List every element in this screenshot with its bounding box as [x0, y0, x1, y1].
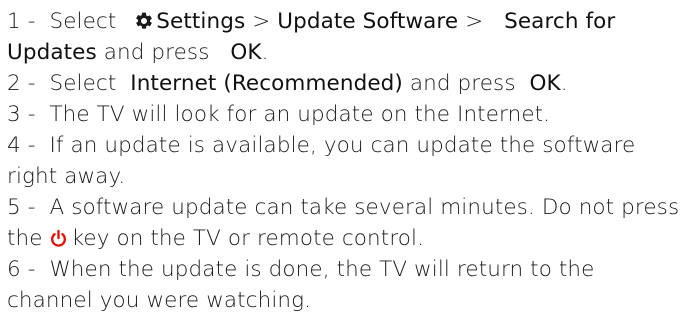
step-number: 5 -	[7, 195, 36, 220]
step-number: 2 -	[7, 71, 36, 96]
gear-icon	[136, 12, 153, 29]
step-1: 1 - Select Settings > Update Software > …	[7, 6, 682, 68]
power-icon	[50, 229, 66, 247]
separator: >	[252, 9, 271, 34]
step-text: and press	[103, 40, 210, 65]
step-4: 4 - If an update is available, you can u…	[7, 130, 682, 192]
period: .	[560, 71, 568, 96]
step-text: If an update is available, you can updat…	[7, 133, 636, 189]
step-number: 1 -	[7, 9, 36, 34]
separator: >	[465, 9, 484, 34]
step-text: key on the TV or remote control.	[71, 226, 425, 251]
step-5: 5 - A software update can take several m…	[7, 192, 682, 254]
period: .	[261, 40, 269, 65]
step-2: 2 - Select Internet (Recommended) and pr…	[7, 68, 682, 99]
option-internet: Internet (Recommended)	[130, 71, 403, 96]
step-text: Select	[49, 9, 117, 34]
key-ok: OK	[529, 71, 561, 96]
key-ok: OK	[230, 40, 262, 65]
step-number: 3 -	[7, 102, 36, 127]
step-text: When the update is done, the TV will ret…	[7, 257, 595, 313]
step-number: 4 -	[7, 133, 36, 158]
step-text: The TV will look for an update on the In…	[49, 102, 551, 127]
step-text: and press	[409, 71, 516, 96]
instructions: 1 - Select Settings > Update Software > …	[0, 0, 688, 335]
step-6: 6 - When the update is done, the TV will…	[7, 254, 682, 316]
menu-settings: Settings	[156, 9, 246, 34]
step-text: Select	[49, 71, 117, 96]
step-3: 3 - The TV will look for an update on th…	[7, 99, 682, 130]
step-number: 6 -	[7, 257, 36, 282]
menu-update-software: Update Software	[277, 9, 459, 34]
